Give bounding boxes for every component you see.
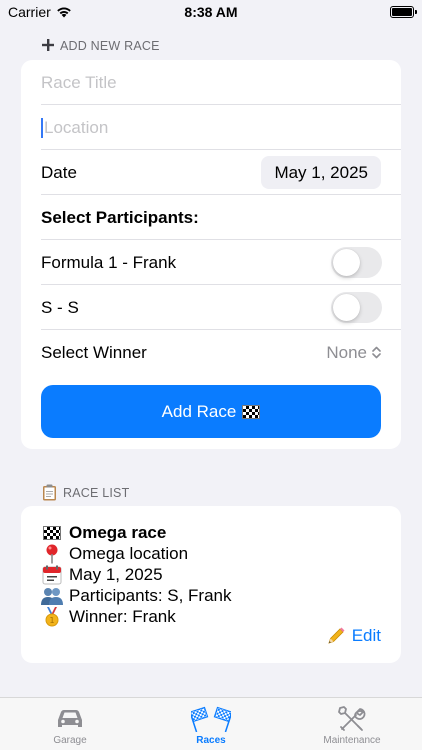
race-title-input[interactable]: Race Title: [21, 60, 401, 105]
plus-icon: [42, 38, 54, 54]
race-card: Omega race Omega location May 1, 2025 Pa…: [21, 506, 401, 663]
status-left: Carrier: [8, 4, 72, 20]
tab-maintenance[interactable]: Maintenance: [282, 698, 422, 750]
race-location: Omega location: [69, 544, 189, 563]
race-list-section-header: RACE LIST: [42, 484, 129, 501]
race-location-line: Omega location: [41, 544, 188, 564]
race-winner: Winner: Frank: [69, 607, 176, 626]
add-race-form: Race Title Location Date May 1, 2025 Sel…: [21, 60, 401, 449]
race-date: May 1, 2025: [69, 565, 163, 584]
edit-label: Edit: [351, 626, 381, 645]
date-row: Date May 1, 2025: [21, 150, 401, 195]
location-placeholder: Location: [44, 117, 109, 137]
participant-toggle[interactable]: [331, 247, 382, 278]
winner-row[interactable]: Select Winner None: [21, 330, 401, 375]
svg-text:1: 1: [49, 616, 54, 625]
checkered-flag-icon: [242, 404, 261, 419]
participant-row: S - S: [21, 285, 401, 330]
participant-name: Formula 1 - Frank: [41, 252, 177, 272]
status-bar: Carrier: [0, 0, 422, 24]
race-participants: Participants: S, Frank: [69, 586, 232, 605]
tab-garage[interactable]: Garage: [0, 698, 140, 750]
clipboard-icon: [43, 484, 56, 501]
race-participants-line: Participants: S, Frank: [41, 586, 232, 606]
people-icon: [41, 586, 63, 606]
race-list-header-text: RACE LIST: [63, 485, 130, 500]
tab-races[interactable]: Races: [141, 698, 281, 750]
checkered-flag-icon: [41, 526, 63, 540]
tab-races-label: Races: [196, 735, 226, 746]
pencil-icon: [328, 627, 345, 644]
participant-row: Formula 1 - Frank: [21, 240, 401, 285]
add-race-section-header: ADD NEW RACE: [42, 38, 160, 54]
calendar-icon: [41, 565, 63, 585]
chevron-up-down-icon: [372, 346, 381, 359]
add-race-button-label: Add Race: [161, 401, 237, 421]
race-title-placeholder: Race Title: [41, 72, 117, 92]
race-date-line: May 1, 2025: [41, 565, 163, 585]
tools-icon: [337, 705, 367, 733]
race-title: Omega race: [69, 523, 167, 542]
participants-heading-row: Select Participants:: [21, 195, 401, 240]
add-race-button[interactable]: Add Race: [41, 385, 381, 438]
participant-toggle[interactable]: [331, 292, 382, 323]
participant-name: S - S: [41, 297, 79, 317]
tab-maintenance-label: Maintenance: [323, 735, 381, 746]
edit-race-button[interactable]: Edit: [326, 626, 381, 646]
battery-icon: [390, 6, 417, 18]
location-input[interactable]: Location: [21, 105, 401, 150]
race-title-line: Omega race: [41, 523, 166, 543]
gold-medal-icon: 1: [41, 607, 63, 627]
winner-value: None: [326, 342, 367, 362]
winner-picker[interactable]: None: [326, 343, 381, 363]
participants-heading: Select Participants:: [41, 207, 199, 227]
carrier-label: Carrier: [8, 4, 51, 20]
tab-garage-label: Garage: [53, 735, 87, 746]
wifi-icon: [56, 7, 71, 18]
checkered-flags-icon: [191, 705, 231, 733]
date-label: Date: [41, 162, 77, 182]
tab-bar: Garage Races Maintenance: [0, 697, 422, 750]
text-caret: [41, 117, 43, 138]
date-picker-button[interactable]: May 1, 2025: [261, 156, 381, 189]
winner-label: Select Winner: [41, 342, 147, 362]
car-icon: [55, 705, 85, 733]
pin-icon: [41, 544, 63, 564]
add-race-header-text: ADD NEW RACE: [60, 39, 160, 53]
race-winner-line: 1 Winner: Frank: [41, 607, 176, 627]
